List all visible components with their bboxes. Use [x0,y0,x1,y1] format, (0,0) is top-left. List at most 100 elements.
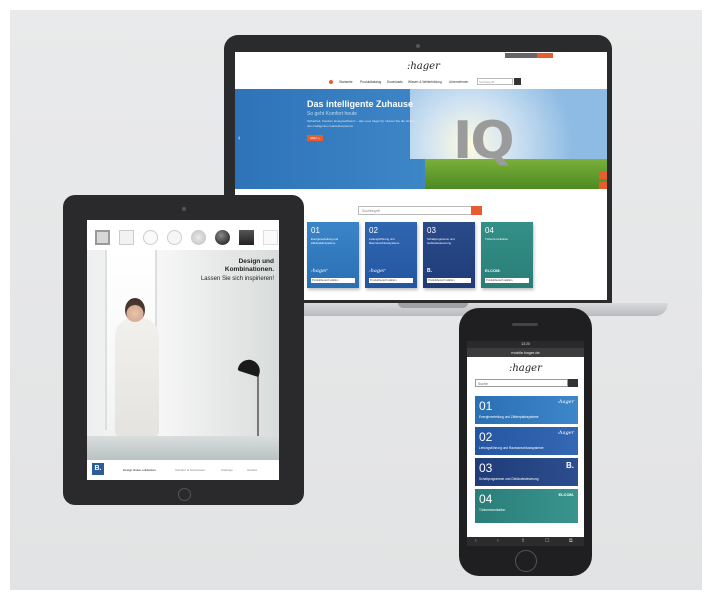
share-icon[interactable]: ⇪ [521,537,525,546]
carousel-prev-icon[interactable]: ‹ [238,135,240,142]
card-text: Leitungsführung und Raumanschlusssysteme [369,237,400,245]
carousel-dot[interactable] [419,191,422,194]
phone-search-input[interactable]: Suche [475,379,568,387]
home-icon[interactable] [329,80,333,84]
product-card[interactable]: 04 Türkommunikation ELCOM. Produktbereic… [481,222,533,288]
room-sofa [87,436,279,460]
nav-search-button[interactable] [514,78,521,85]
search-button[interactable] [471,206,482,215]
card-text: Leitungsführung und Raumanschlusssysteme [479,446,544,450]
phone-product-card[interactable]: 03 Schaltprogramme und Gebäudesteuerung … [475,458,578,486]
nav-item[interactable]: Unternehmen [449,80,468,84]
hager-logo[interactable]: :hager [407,61,440,72]
room-person-head [125,298,145,322]
main-nav: Startseite Produktkatalog Downloads Wiss… [235,76,607,88]
laptop-notch [398,303,468,308]
card-number: 01 [479,399,493,413]
card-number: 01 [311,226,320,235]
back-icon[interactable]: ‹ [475,537,477,546]
product-card[interactable]: 03 Schaltprogramme und Gebäudesteuerung … [423,222,475,288]
tablet-headline: Design und Kombinationen. [225,258,274,274]
phone-product-card[interactable]: 04 Türkommunikation ELCOM. [475,489,578,523]
card-select[interactable]: Produktbereich wählen [311,278,355,283]
hero-body: Sicherheit, Komfort, Energieeffizienz – … [307,119,416,128]
laptop-camera [416,44,420,48]
tablet-nav-item[interactable]: Händler [247,468,258,472]
card-number: 02 [479,430,493,444]
room-lamp [237,356,263,378]
forward-icon[interactable]: › [497,537,499,546]
hero-more-button[interactable]: Mehr » [307,135,323,141]
phone-search-button[interactable] [568,379,578,387]
phone-hager-logo[interactable]: :hager [509,363,542,374]
side-share-icon[interactable] [599,172,607,179]
side-contact-icon[interactable] [599,182,607,189]
card-number: 02 [369,226,378,235]
phone-address-bar[interactable]: mobile.hager.de [467,348,584,357]
phone-status-bar: 13:20 [467,341,584,348]
utility-button[interactable] [505,53,539,58]
tablet-nav-item[interactable]: Kataloge [221,468,233,472]
tablet-nav-item[interactable]: Schalter & Steckdosen [175,468,205,472]
product-card[interactable]: 01 Energieverteilung und Zählerplatzsyst… [307,222,359,288]
switch-swatch[interactable] [143,230,158,245]
tablet-subline: Lassen Sie sich inspirieren! [200,276,274,282]
card-brand-logo: ELCOM. [485,268,501,273]
top-utility-bar [235,52,607,59]
phone-speaker [512,323,538,326]
nav-search-input[interactable]: Suchbegriff [477,78,513,85]
card-brand-logo: :hager [369,268,386,274]
utility-button-accent[interactable] [537,53,553,58]
nav-item[interactable]: Downloads [387,80,403,84]
switch-swatch[interactable] [215,230,230,245]
carousel-dot[interactable] [405,191,408,194]
switch-swatch[interactable] [263,230,278,245]
hero-banner[interactable]: IQ Das intelligente Zuhause So geht Komf… [235,89,607,194]
phone-screen: 13:20 mobile.hager.de :hager Suche 01 En… [467,341,584,546]
card-number: 04 [485,226,494,235]
headline-line: Design und [238,258,274,265]
card-text: Schaltprogramme und Gebäudesteuerung [479,477,539,481]
card-number: 03 [479,461,493,475]
carousel-dot[interactable] [426,191,429,194]
phone-product-card[interactable]: 01 Energieverteilung und Zählerplatzsyst… [475,396,578,424]
hero-subtitle: So geht Komfort heute [307,111,358,117]
card-brand-logo: B. [427,268,432,274]
switch-swatch[interactable] [167,230,182,245]
tabs-icon[interactable]: ⧉ [569,537,573,546]
switch-swatch[interactable] [191,230,206,245]
card-brand-logo: :hager [557,399,574,405]
bookmarks-icon[interactable]: ☐ [545,537,549,546]
card-select[interactable]: Produktbereich wählen [369,278,413,283]
phone-home-button[interactable] [515,550,537,572]
switch-swatch[interactable] [239,230,254,245]
product-card[interactable]: 02 Leitungsführung und Raumanschlusssyst… [365,222,417,288]
nav-item[interactable]: Wissen & Weiterbildung [408,80,442,84]
search-input[interactable]: Suchbegriff [358,206,478,215]
tablet-home-button[interactable] [178,488,191,501]
switch-swatch[interactable] [119,230,134,245]
card-text: Energieverteilung und Zählerplatzsysteme [479,415,539,419]
carousel-dot[interactable] [433,191,436,194]
card-select[interactable]: Produktbereich wählen [485,278,529,283]
card-brand-logo: ELCOM. [558,492,574,497]
phone-browser-toolbar: ‹ › ⇪ ☐ ⧉ [467,537,584,546]
hero-title: Das intelligente Zuhause [307,99,414,109]
tablet-nav-item[interactable]: Design finden entdecken [123,468,156,472]
tablet-screen: Design und Kombinationen. Lassen Sie sic… [87,220,279,480]
berker-logo[interactable]: B. [92,463,104,475]
card-text: Schaltprogramme und Gebäudesteuerung [427,237,455,245]
card-brand-logo: :hager [557,430,574,436]
room-lamp-pole [257,368,259,436]
headline-line: Kombinationen. [224,266,274,273]
hero-image-iq: IQ [453,111,515,171]
nav-item[interactable]: Startseite [339,80,352,84]
card-number: 04 [479,492,493,506]
carousel-dots[interactable] [405,181,440,199]
nav-item[interactable]: Produktkatalog [360,80,381,84]
carousel-dot[interactable] [412,191,415,194]
phone-product-card[interactable]: 02 Leitungsführung und Raumanschlusssyst… [475,427,578,455]
card-select[interactable]: Produktbereich wählen [427,278,471,283]
card-brand-logo: :hager [311,268,328,274]
switch-swatch[interactable] [95,230,110,245]
